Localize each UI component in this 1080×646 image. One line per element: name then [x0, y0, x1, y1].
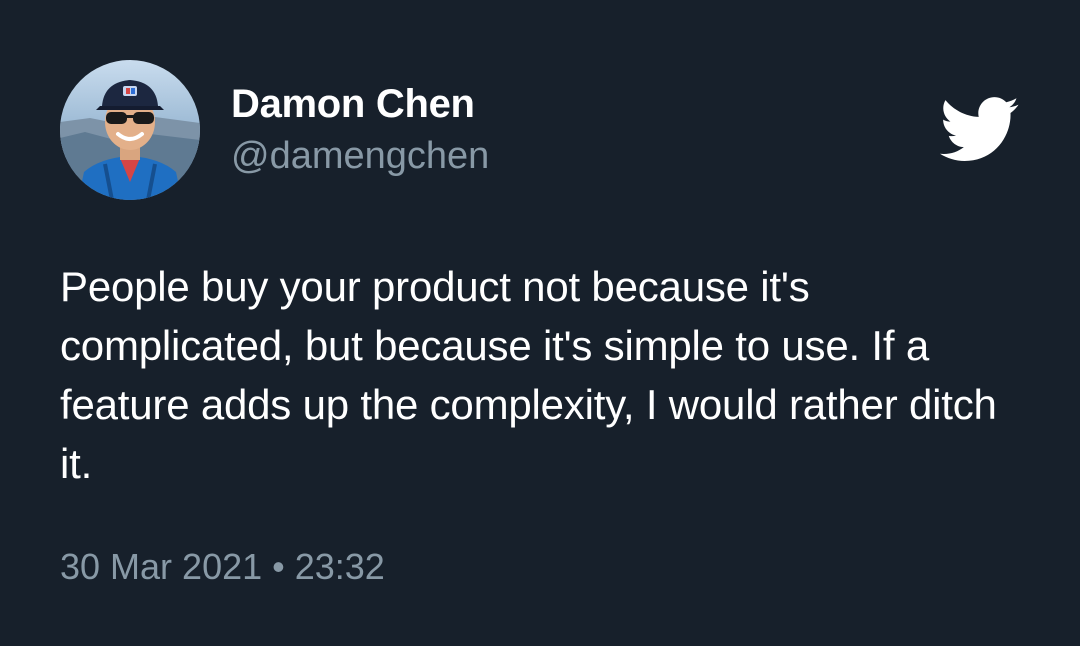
tweet-card: Damon Chen @damengchen People buy your p… [0, 0, 1080, 646]
avatar[interactable] [60, 60, 200, 200]
user-avatar-photo [60, 60, 200, 200]
tweet-text: People buy your product not because it's… [60, 263, 997, 487]
twitter-bird-icon [940, 97, 1019, 161]
tweet-timestamp[interactable]: 30 Mar 2021 • 23:32 [60, 543, 385, 591]
display-name[interactable]: Damon Chen [231, 80, 475, 128]
user-handle[interactable]: @damengchen [231, 133, 489, 179]
